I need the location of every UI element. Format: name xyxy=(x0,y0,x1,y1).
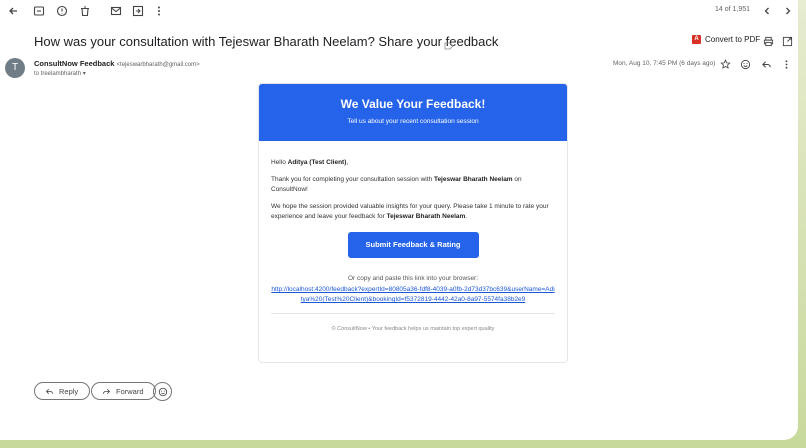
back-arrow-icon[interactable] xyxy=(6,4,20,18)
archive-icon[interactable] xyxy=(32,4,46,18)
more-vertical-icon[interactable] xyxy=(152,4,166,18)
reply-label: Reply xyxy=(59,386,79,396)
reply-icon xyxy=(45,388,53,394)
gmail-message-view: 14 of 1,951 How was your consultation wi… xyxy=(0,0,798,440)
sender-line: ConsultNow Feedback <tejeswarbharath@gma… xyxy=(34,59,200,68)
greeting: Hello Aditya (Test Client), xyxy=(271,158,555,168)
feedback-link[interactable]: http://localhost:4200/feedback?expertId=… xyxy=(271,285,555,305)
delete-icon[interactable] xyxy=(78,4,92,18)
sender-name[interactable]: ConsultNow Feedback xyxy=(34,59,114,68)
more-vertical-icon[interactable] xyxy=(780,58,792,70)
emoji-reaction-button[interactable] xyxy=(153,382,172,401)
open-in-new-window-icon[interactable] xyxy=(781,35,793,47)
pdf-icon: A xyxy=(692,35,701,44)
mark-unread-icon[interactable] xyxy=(109,4,123,18)
cta-wrapper: Submit Feedback & Rating xyxy=(271,232,555,258)
pager-count: 14 of 1,951 xyxy=(714,6,750,13)
banner-subtitle: Tell us about your recent consultation s… xyxy=(347,118,479,125)
submit-feedback-button[interactable]: Submit Feedback & Rating xyxy=(347,232,479,258)
email-footer: © ConsultNow • Your feedback helps us ma… xyxy=(331,326,495,332)
feedback-banner: We Value Your Feedback! Tell us about yo… xyxy=(259,84,567,141)
reply-icon[interactable] xyxy=(760,58,772,70)
divider xyxy=(271,313,555,314)
forward-icon xyxy=(103,388,111,394)
forward-button[interactable]: Forward xyxy=(91,382,156,400)
email-date: Mon, Aug 10, 7:45 PM (6 days ago) xyxy=(613,60,716,67)
recipient-text: to treelambharath xyxy=(34,71,82,77)
client-name: Aditya (Test Client) xyxy=(287,159,347,166)
recipient-line[interactable]: to treelambharath ▾ xyxy=(34,70,86,77)
thanks-prefix: Thank you for completing your consultati… xyxy=(271,176,434,183)
greeting-suffix: , xyxy=(346,159,349,166)
report-spam-icon[interactable] xyxy=(55,4,69,18)
older-chevron-icon[interactable] xyxy=(781,4,795,18)
forward-label: Forward xyxy=(116,386,144,396)
chevron-down-icon[interactable]: ▾ xyxy=(83,71,86,77)
convert-to-pdf-label: Convert to PDF xyxy=(705,35,761,44)
reply-button[interactable]: Reply xyxy=(34,382,91,400)
sender-email: <tejeswarbharath@gmail.com> xyxy=(116,62,200,68)
expert-name: Tejeswar Bharath Neelam xyxy=(433,176,513,183)
greeting-prefix: Hello xyxy=(271,159,288,166)
print-icon[interactable] xyxy=(762,35,774,47)
smiley-icon xyxy=(158,387,167,396)
move-to-icon[interactable] xyxy=(131,4,145,18)
email-subject: How was your consultation with Tejeswar … xyxy=(34,34,499,49)
copy-link-label: Or copy and paste this link into your br… xyxy=(347,275,479,282)
emoji-reaction-icon[interactable] xyxy=(739,58,751,70)
banner-title: We Value Your Feedback! xyxy=(340,97,486,111)
newer-chevron-icon[interactable] xyxy=(760,4,774,18)
convert-to-pdf-button[interactable]: A Convert to PDF xyxy=(692,35,760,44)
thanks-paragraph: Thank you for completing your consultati… xyxy=(271,175,555,195)
star-icon[interactable] xyxy=(719,58,731,70)
message-toolbar: 14 of 1,951 xyxy=(0,0,798,24)
expert-name: Tejeswar Bharath Neelam xyxy=(386,213,466,220)
feedback-email-card: We Value Your Feedback! Tell us about yo… xyxy=(258,83,568,363)
label-tag-icon[interactable] xyxy=(444,37,454,50)
hope-paragraph: We hope the session provided valuable in… xyxy=(271,202,555,222)
hope-suffix: . xyxy=(465,213,468,220)
avatar[interactable]: T xyxy=(5,58,25,78)
message-body: Hello Aditya (Test Client), Thank you fo… xyxy=(259,141,567,334)
